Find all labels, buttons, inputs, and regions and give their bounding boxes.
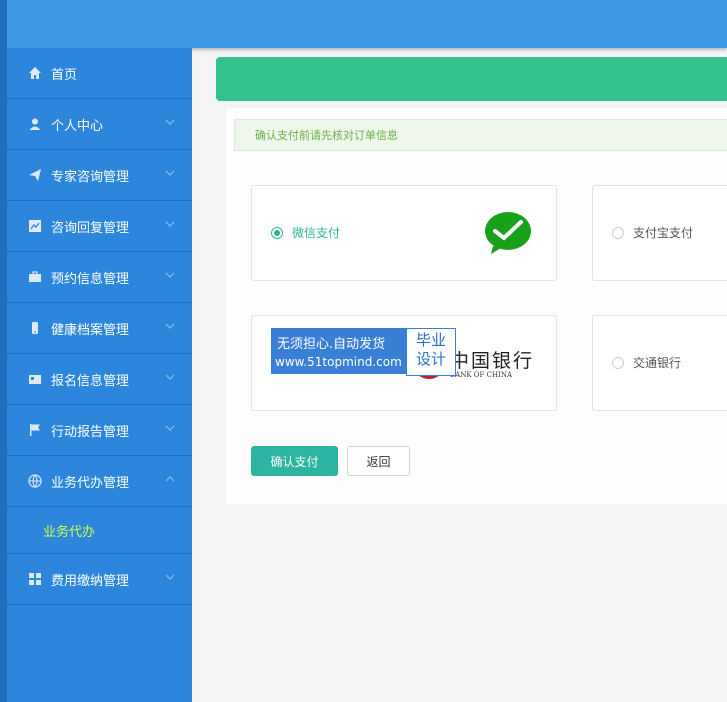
sidebar-item-personal-center[interactable]: 个人中心 [7,99,192,150]
chevron-down-icon [164,218,176,230]
grid-icon [27,571,43,587]
send-icon [27,167,43,183]
watermark-overlay: 无须担心.自动发货 www.51topmind.com 毕业 设计 [271,328,456,376]
chevron-down-icon [164,571,176,583]
watermark-line2: www.51topmind.com [275,355,402,369]
back-button[interactable]: 返回 [347,446,410,476]
sidebar-item-fee-payment[interactable]: 费用缴纳管理 [7,554,192,605]
sidebar-item-label: 首页 [51,68,78,83]
watermark-line1: 无须担心.自动发货 [277,337,386,352]
sidebar-item-registration[interactable]: 报名信息管理 [7,354,192,405]
chevron-down-icon [164,371,176,383]
watermark-tag1: 毕业 [415,331,446,349]
payment-card [226,108,727,504]
wechat-pay-logo-icon [483,210,533,260]
payment-label-wechat: 微信支付 [292,226,341,240]
chart-icon [27,218,43,234]
sidebar-item-label: 业务代办管理 [51,476,130,491]
sidebar-item-expert-consult[interactable]: 专家咨询管理 [7,150,192,201]
sidebar-item-business-agency[interactable]: 业务代办管理 [7,456,192,507]
globe-icon [27,473,43,489]
sidebar-item-label: 专家咨询管理 [51,170,130,185]
chevron-down-icon [164,269,176,281]
home-icon [27,65,43,81]
confirm-payment-button[interactable]: 确认支付 [251,446,338,476]
sidebar-item-label: 行动报告管理 [51,425,130,440]
sidebar-subitem-business-agency[interactable]: 业务代办 [7,507,192,554]
left-edge-strip [0,0,7,702]
page-header-banner [216,57,727,101]
top-bar [0,0,727,48]
bank-logo-text: 中国银行 [450,350,535,372]
sidebar-item-home[interactable]: 首页 [7,48,192,99]
user-icon [27,116,43,132]
card-icon [27,371,43,387]
watermark-tag: 毕业 设计 [406,328,456,376]
notice-text: 确认支付前请先核对订单信息 [255,129,398,142]
radio-wechat[interactable] [271,227,283,239]
mobile-icon [27,320,43,336]
sidebar-item-appointment[interactable]: 预约信息管理 [7,252,192,303]
sidebar: 首页 个人中心 专家咨询管理 咨询回复管理 预约信息管理 健康档案管理 报名信息… [7,48,192,702]
chevron-down-icon [164,320,176,332]
watermark-left: 无须担心.自动发货 www.51topmind.com [271,328,406,374]
bank-logo-subtext: BANK OF CHINA [450,371,513,379]
payment-option-bocom[interactable]: 交通银行 [592,315,727,411]
sidebar-item-action-report[interactable]: 行动报告管理 [7,405,192,456]
chevron-down-icon [164,167,176,179]
sidebar-item-consult-reply[interactable]: 咨询回复管理 [7,201,192,252]
flag-icon [27,422,43,438]
sidebar-item-label: 个人中心 [51,119,104,134]
payment-option-wechat[interactable]: 微信支付 [251,185,557,281]
sidebar-subitem-label: 业务代办 [43,525,96,540]
payment-label-bocom: 交通银行 [633,356,682,370]
radio-bocom[interactable] [612,357,624,369]
sidebar-item-label: 报名信息管理 [51,374,130,389]
sidebar-item-health-record[interactable]: 健康档案管理 [7,303,192,354]
radio-alipay[interactable] [612,227,624,239]
chevron-up-icon [164,473,176,485]
payment-label-alipay: 支付宝支付 [633,226,694,240]
chevron-down-icon [164,422,176,434]
watermark-tag2: 设计 [415,350,446,368]
order-notice: 确认支付前请先核对订单信息 [234,119,727,151]
sidebar-item-label: 费用缴纳管理 [51,574,130,589]
briefcase-icon [27,269,43,285]
sidebar-item-label: 健康档案管理 [51,323,130,338]
sidebar-item-label: 咨询回复管理 [51,221,130,236]
payment-option-alipay[interactable]: 支付宝支付 [592,185,727,281]
chevron-down-icon [164,116,176,128]
sidebar-item-label: 预约信息管理 [51,272,130,287]
